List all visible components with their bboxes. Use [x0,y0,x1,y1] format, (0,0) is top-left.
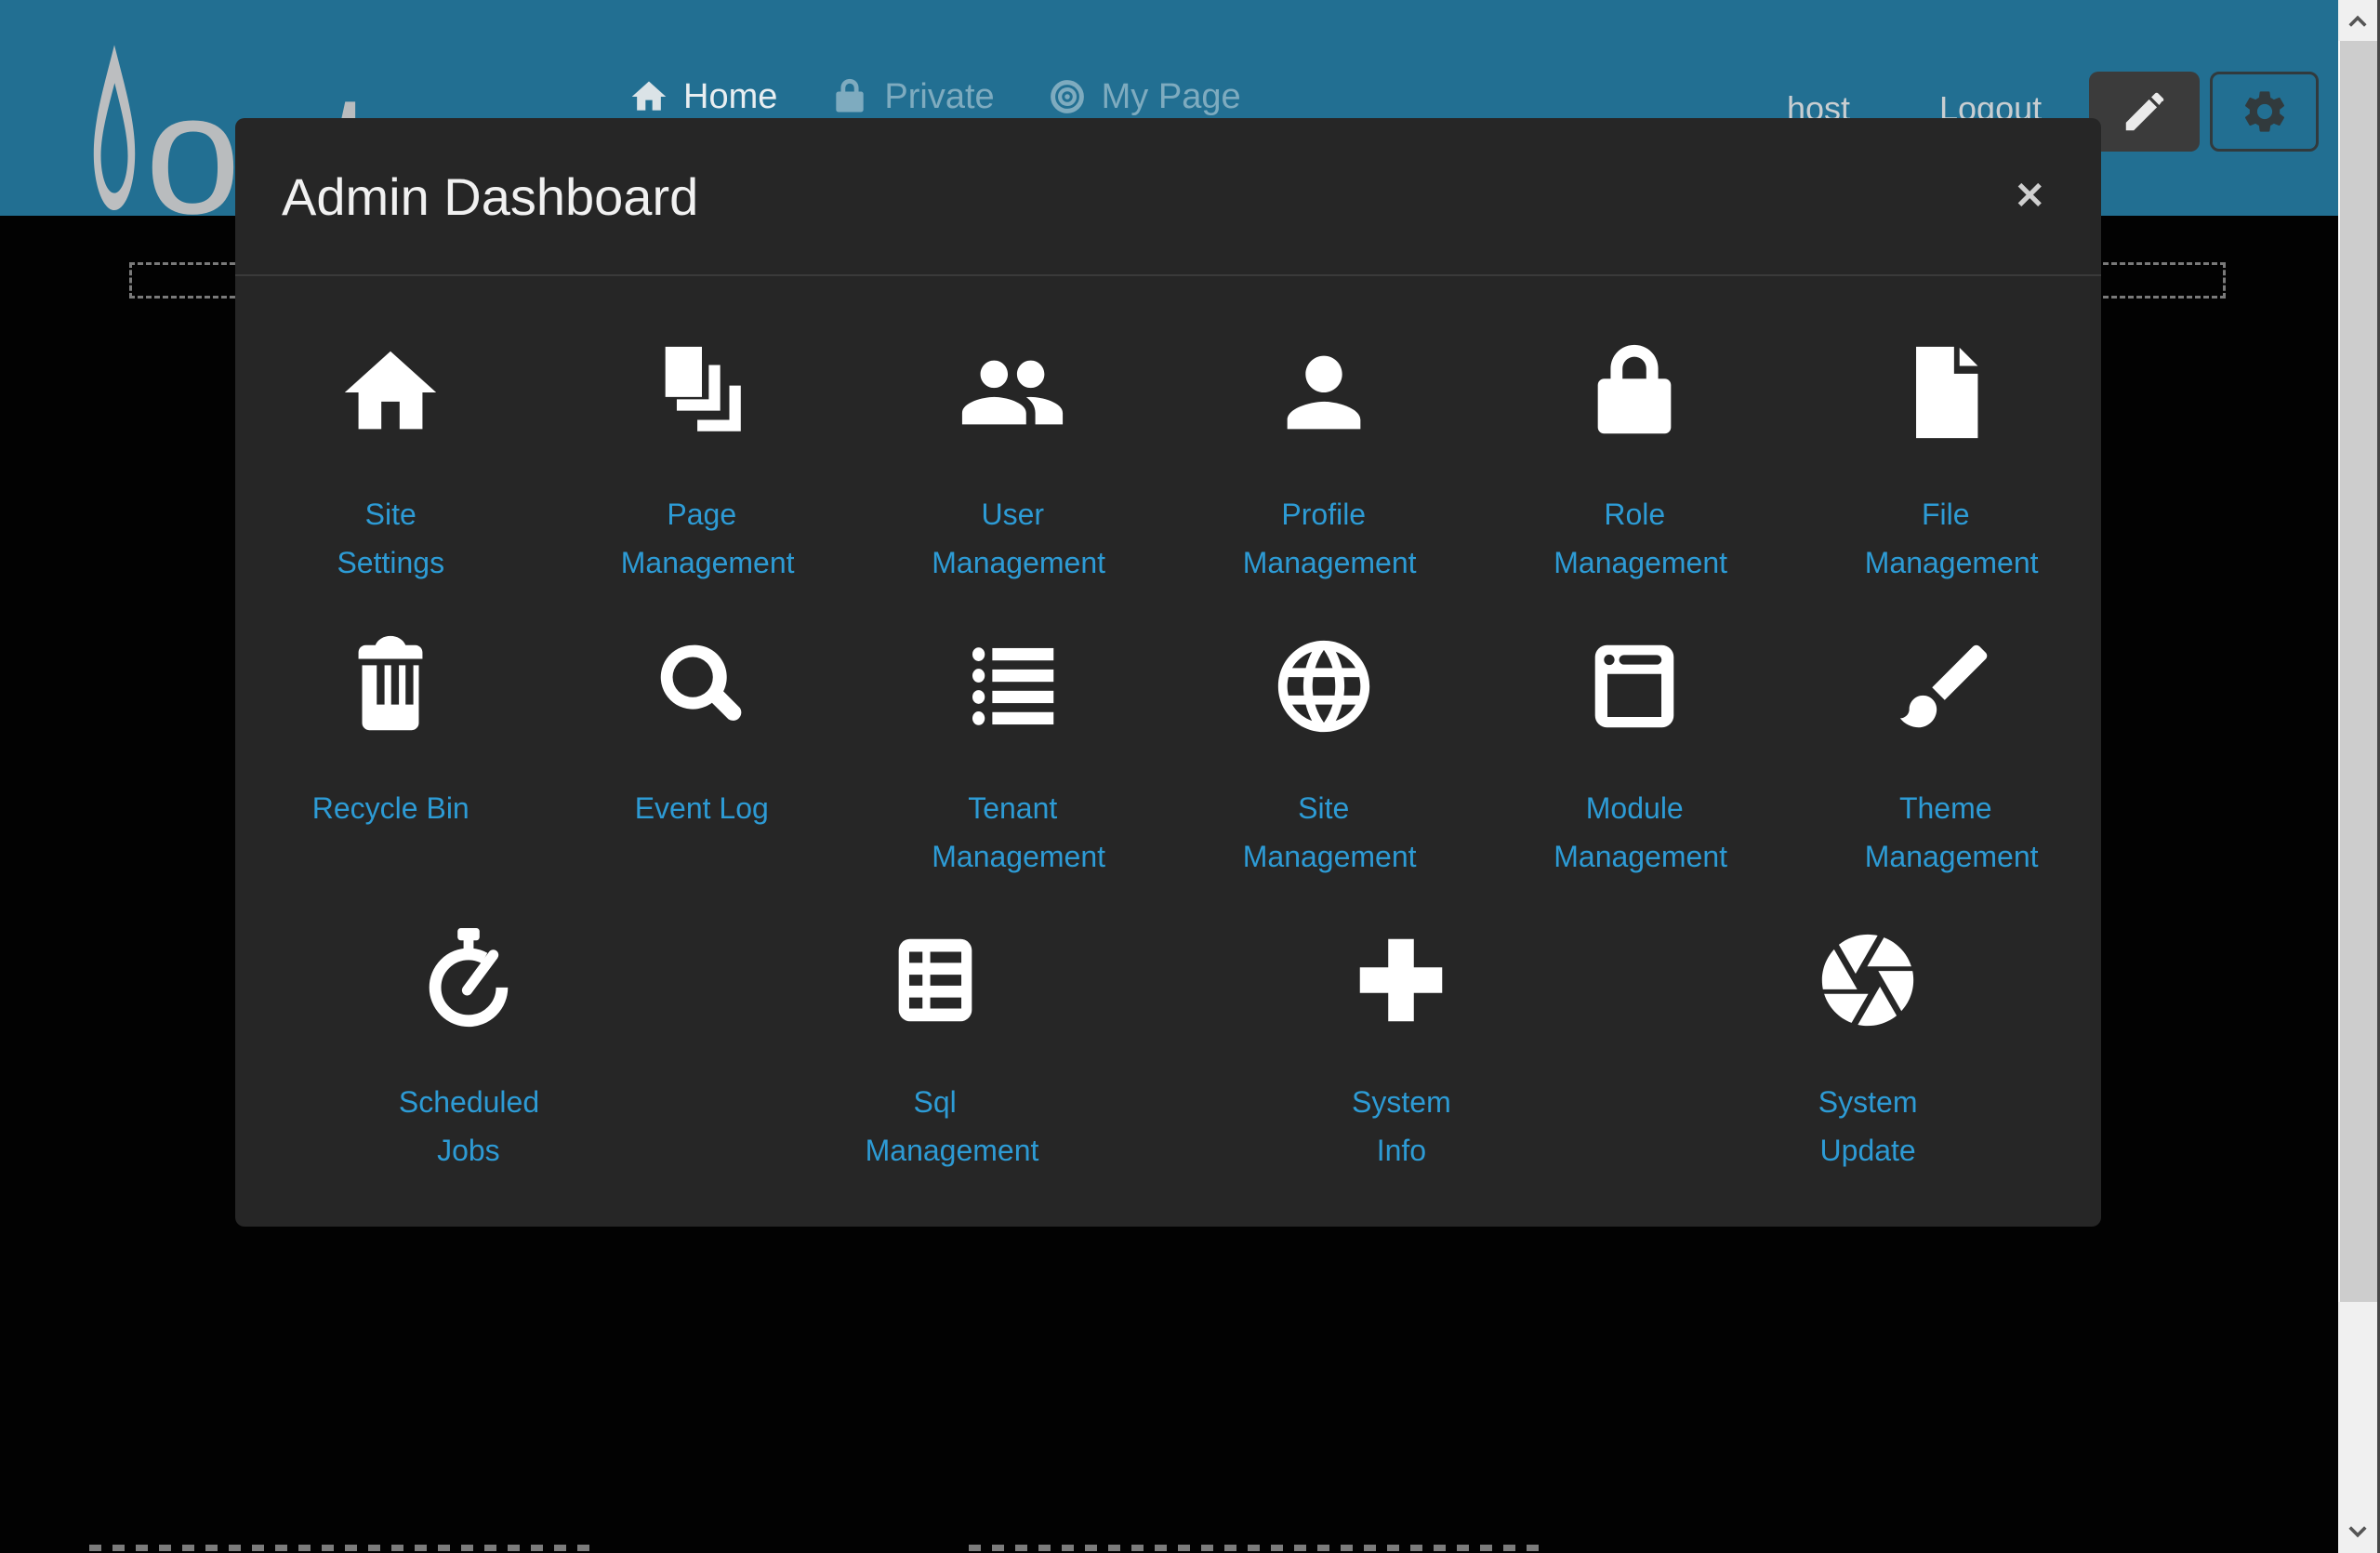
pages-icon [647,336,757,449]
modal-title: Admin Dashboard [282,166,698,227]
pencil-icon [2120,86,2170,137]
tile-label: System Info [1331,1078,1471,1175]
timer-icon [414,923,523,1037]
tile-label: Scheduled Jobs [399,1078,538,1175]
clipped-content-fragment [969,1545,1543,1551]
admin-tile-site-management[interactable]: Site Management [1169,630,1480,881]
admin-tile-sql-management[interactable]: Sql Management [702,923,1169,1175]
target-icon [1047,76,1088,117]
brush-icon [1891,630,2001,743]
table-icon [880,923,990,1037]
tile-label: Tenant Management [932,784,1093,881]
admin-tile-system-update[interactable]: System Update [1634,923,2101,1175]
clipped-content-fragment [89,1545,596,1551]
tile-label: Recycle Bin [310,784,471,832]
edit-mode-button[interactable] [2089,72,2200,152]
admin-tile-tenant-management[interactable]: Tenant Management [857,630,1169,881]
admin-tile-system-info[interactable]: System Info [1169,923,1635,1175]
scroll-down-button[interactable] [2338,1512,2377,1553]
scrollbar-thumb[interactable] [2338,41,2377,1302]
trash-icon [336,630,445,743]
tile-label: Site Management [1243,784,1405,881]
tile-label: Role Management [1554,490,1715,587]
file-icon [1891,336,2001,449]
modal-body: Site Settings Page Management User Manag… [235,276,2101,1175]
vertical-scrollbar[interactable] [2338,0,2377,1553]
aperture-icon [1813,923,1923,1037]
chevron-down-icon [2345,1520,2371,1546]
gear-icon [2240,86,2290,137]
admin-tile-recycle-bin[interactable]: Recycle Bin [235,630,547,881]
nav-label: Private [884,76,994,117]
tile-row: Recycle Bin Event Log Tenant Management … [235,630,2101,881]
tile-label: Theme Management [1865,784,2027,881]
settings-button[interactable] [2210,72,2319,152]
nav-item-private[interactable]: Private [829,76,994,117]
admin-tile-event-log[interactable]: Event Log [547,630,858,881]
magnifier-icon [647,630,757,743]
nav-item-my-page[interactable]: My Page [1047,76,1241,117]
modal-header: Admin Dashboard ✕ [235,118,2101,276]
tile-row: Site Settings Page Management User Manag… [235,336,2101,587]
globe-icon [1269,630,1379,743]
admin-tile-role-management[interactable]: Role Management [1479,336,1791,587]
tile-label: Sql Management [866,1078,1005,1175]
oqtane-drop-icon [80,39,149,218]
tile-row: Scheduled Jobs Sql Management System Inf… [235,923,2101,1175]
admin-tile-site-settings[interactable]: Site Settings [235,336,547,587]
tile-label: Site Settings [310,490,471,587]
main-nav: Home Private My Page [628,76,1241,117]
close-icon[interactable]: ✕ [2004,174,2055,219]
lock-icon [1580,336,1689,449]
home-icon [628,76,669,117]
tile-label: Profile Management [1243,490,1405,587]
admin-tile-theme-management[interactable]: Theme Management [1791,630,2102,881]
tile-label: File Management [1865,490,2027,587]
admin-tile-user-management[interactable]: User Management [857,336,1169,587]
chevron-up-icon [2345,7,2371,33]
admin-tile-page-management[interactable]: Page Management [547,336,858,587]
nav-item-home[interactable]: Home [628,76,777,117]
nav-label: Home [683,76,777,117]
admin-dashboard-modal: Admin Dashboard ✕ Site Settings Page Man… [235,118,2101,1227]
admin-tile-profile-management[interactable]: Profile Management [1169,336,1480,587]
users-icon [958,336,1067,449]
tile-label: Event Log [621,784,783,832]
plus-icon [1346,923,1456,1037]
list-icon [958,630,1067,743]
lock-icon [829,76,870,117]
user-icon [1269,336,1379,449]
tile-label: User Management [932,490,1093,587]
scroll-up-button[interactable] [2338,0,2377,41]
tile-label: System Update [1798,1078,1937,1175]
home-icon [336,336,445,449]
tile-label: Page Management [621,490,783,587]
admin-tile-scheduled-jobs[interactable]: Scheduled Jobs [235,923,702,1175]
admin-tile-module-management[interactable]: Module Management [1479,630,1791,881]
window-icon [1580,630,1689,743]
nav-label: My Page [1102,76,1241,117]
tile-label: Module Management [1554,784,1715,881]
admin-tile-file-management[interactable]: File Management [1791,336,2102,587]
